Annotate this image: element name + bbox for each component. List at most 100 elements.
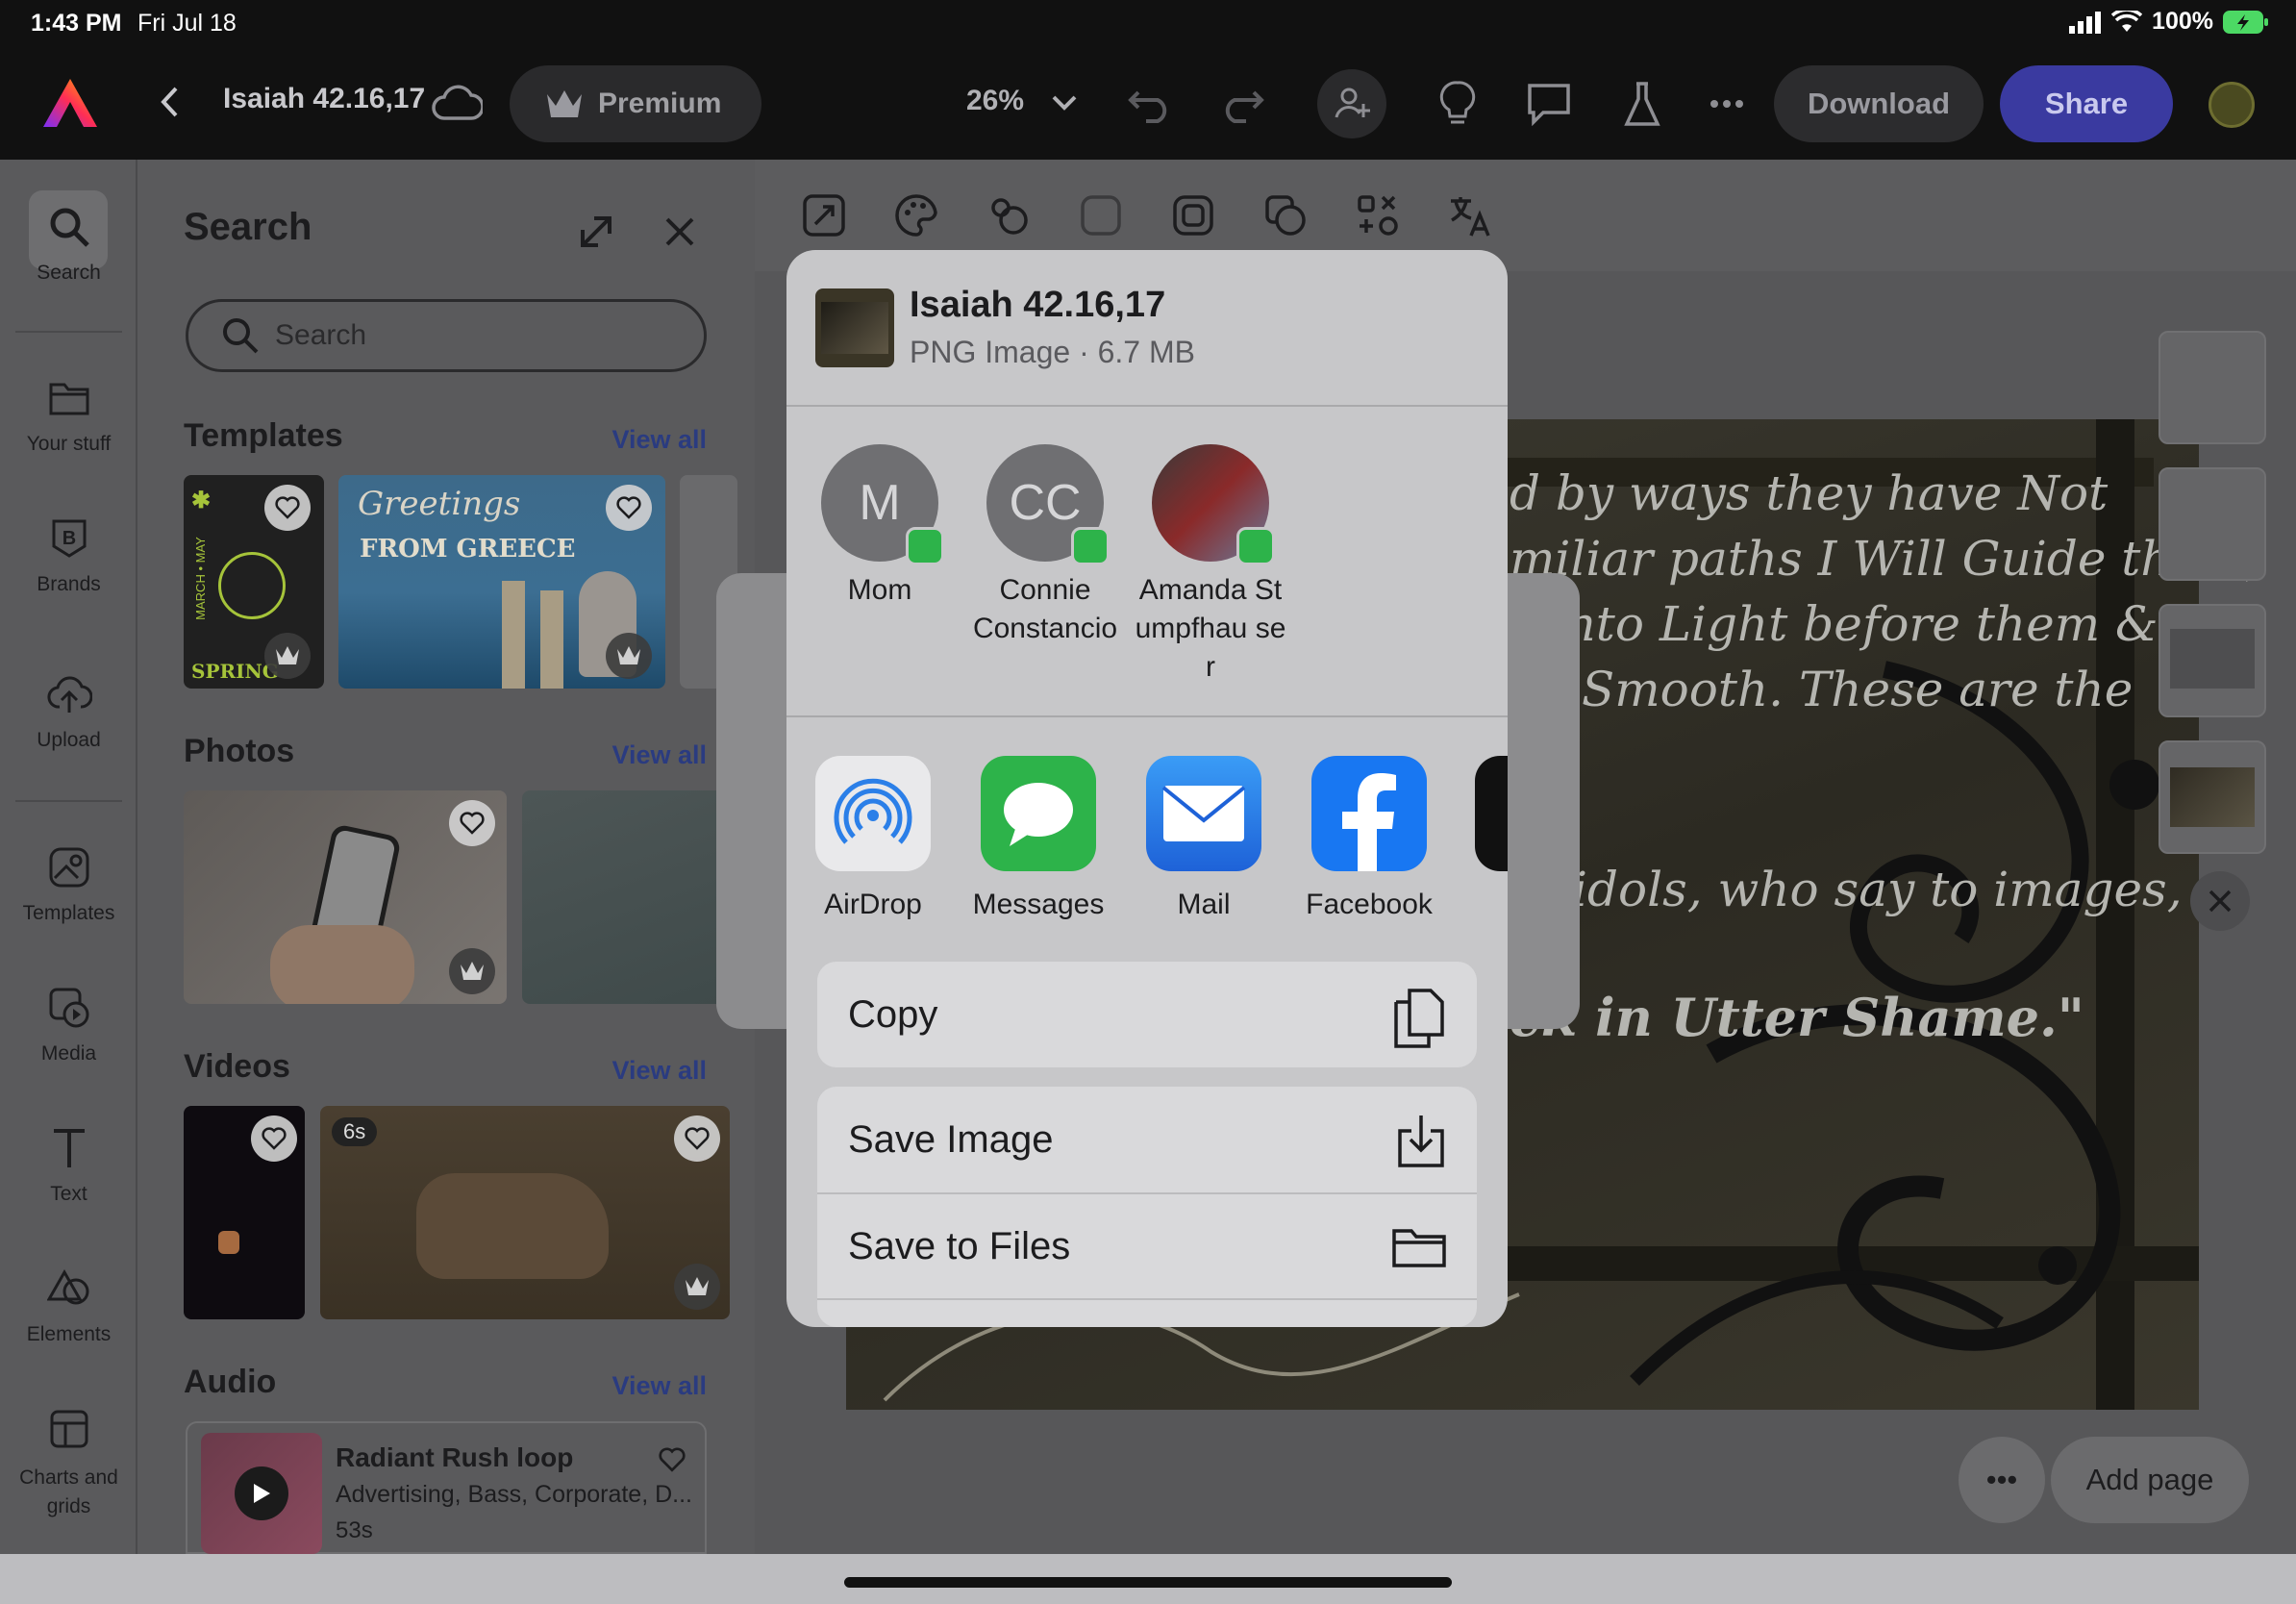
expand-icon[interactable] [572,208,620,256]
play-icon[interactable] [235,1466,288,1520]
more-options-button[interactable]: ••• [1959,1437,2045,1523]
media-icon [44,983,94,1033]
photos-heading: Photos [184,733,295,769]
chevron-down-icon[interactable] [1048,87,1081,119]
save-image-action[interactable]: Save Image [817,1087,1477,1192]
share-app-x-partial[interactable] [1475,756,1508,871]
photo-card-partial[interactable] [522,790,739,1004]
search-icon [223,318,259,354]
redo-icon[interactable] [1217,81,1267,127]
audio-view-all-link[interactable]: View all [611,1371,707,1401]
favorite-heart-icon[interactable] [674,1115,720,1162]
premium-button[interactable]: Premium [510,65,761,142]
more-options-icon[interactable] [1706,85,1748,123]
back-chevron-icon[interactable] [150,81,188,123]
favorite-heart-icon[interactable] [264,485,311,531]
favorite-heart-icon[interactable] [606,485,652,531]
rail-item-upload[interactable]: Upload [0,669,137,752]
photo-card-phone[interactable] [184,790,507,1004]
home-indicator[interactable] [844,1577,1452,1588]
invite-collaborator-icon[interactable] [1317,69,1386,138]
rail-item-your-stuff[interactable]: Your stuff [0,373,137,456]
contact-mom[interactable]: M Mom [798,444,961,610]
remove-background-icon[interactable] [1166,188,1220,242]
app-label: Facebook [1306,889,1433,920]
templates-view-all-link[interactable]: View all [611,425,707,455]
generative-icon[interactable] [1351,188,1405,242]
panel-title: Search [184,206,312,248]
rail-item-text[interactable]: Text [0,1123,137,1206]
video-card-space[interactable] [184,1106,305,1319]
rail-label: Charts and grids [19,1466,118,1517]
battery-percent: 100% [2152,8,2213,35]
templates-heading: Templates [184,417,343,454]
lantern-decor [218,1231,239,1254]
rail-item-search[interactable]: Search [0,202,137,285]
contact-amanda-stumpfhauser[interactable]: Amanda Stumpfhau ser [1129,444,1292,687]
contact-connie-constancio[interactable]: CC Connie Constancio [963,444,1127,648]
search-placeholder: Search [275,319,367,351]
layers-icon[interactable] [1259,188,1312,242]
close-panel-icon[interactable] [658,210,702,254]
undo-icon[interactable] [1125,81,1175,127]
translate-icon[interactable] [1443,188,1497,242]
close-pages-icon[interactable] [2190,871,2250,931]
action-label: Save Image [848,1117,1054,1161]
page-thumbnail-current[interactable] [2159,740,2266,854]
photos-view-all-link[interactable]: View all [611,740,707,770]
zoom-level[interactable]: 26% [966,85,1024,117]
favorite-heart-icon[interactable] [251,1115,297,1162]
messages-badge-icon [1236,527,1275,565]
add-page-button[interactable]: Add page [2051,1437,2249,1523]
video-card-wolf[interactable]: 6s [320,1106,730,1319]
share-app-airdrop[interactable]: AirDrop [796,756,950,921]
left-rail: Search Your stuff B Brands Upload Templa… [0,160,137,1554]
labs-flask-icon[interactable] [1615,75,1669,133]
share-app-facebook[interactable]: Facebook [1292,756,1446,921]
crown-icon [547,90,582,117]
videos-view-all-link[interactable]: View all [611,1056,707,1086]
rail-label: Brands [37,573,101,595]
shape-frame-icon[interactable] [1074,188,1128,242]
audio-list-item[interactable]: Radiant Rush loop Advertising, Bass, Cor… [186,1421,707,1554]
page-thumbnail[interactable] [2159,331,2266,444]
file-thumbnail [815,288,894,367]
page-thumbnail[interactable] [2159,604,2266,717]
audio-tags: Advertising, Bass, Corporate, D... [336,1481,692,1508]
search-input[interactable]: Search [186,299,707,372]
rail-item-charts-and-grids[interactable]: Charts and grids [0,1404,137,1521]
page-thumbnail[interactable] [2159,467,2266,581]
adobe-express-logo[interactable] [38,73,102,133]
template-card-spring[interactable]: ✱ MARCH • MAY SPRING [184,475,324,689]
contact-initials: CC [1009,475,1082,531]
favorite-heart-icon[interactable] [449,800,495,846]
rail-label: Your stuff [26,433,112,455]
rail-label: Templates [22,902,115,924]
palette-icon[interactable] [889,188,943,242]
share-button[interactable]: Share [2000,65,2173,142]
template-text: FROM GREECE [360,535,576,564]
cloud-sync-icon[interactable] [429,79,485,127]
status-indicators: 100% [2069,8,2269,36]
save-image-icon [1398,1115,1444,1167]
airdrop-icon [815,756,931,871]
save-to-files-action[interactable]: Save to Files [817,1192,1477,1298]
rail-item-brands[interactable]: B Brands [0,514,137,596]
rail-item-elements[interactable]: Elements [0,1264,137,1346]
share-app-messages[interactable]: Messages [961,756,1115,921]
comment-icon[interactable] [1521,77,1577,131]
template-card-greece[interactable]: Greetings FROM GREECE [338,475,665,689]
favorite-heart-icon[interactable] [653,1441,691,1479]
rail-item-templates[interactable]: Templates [0,842,137,925]
download-button[interactable]: Download [1774,65,1984,142]
share-app-mail[interactable]: Mail [1127,756,1281,921]
rail-divider [15,800,122,802]
resize-icon[interactable] [797,188,851,242]
animate-icon[interactable] [982,188,1036,242]
rail-item-media[interactable]: Media [0,983,137,1065]
lightbulb-icon[interactable] [1431,77,1485,131]
brands-icon: B [44,514,94,564]
document-title[interactable]: Isaiah 42.16,17 [223,83,425,115]
user-avatar[interactable] [2209,82,2255,128]
copy-action[interactable]: Copy [817,962,1477,1067]
